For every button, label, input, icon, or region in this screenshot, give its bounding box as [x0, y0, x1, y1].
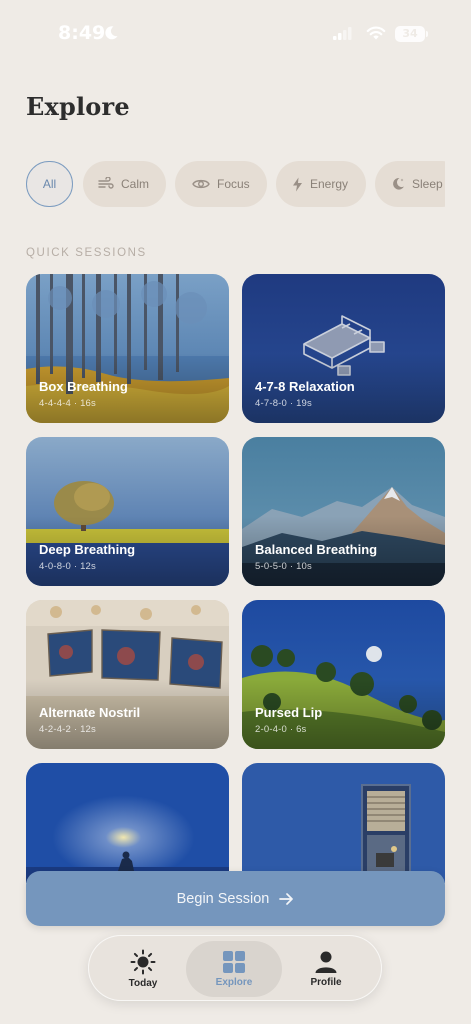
status-bar: 8:49 34 [0, 0, 471, 70]
tab-label: Profile [310, 977, 342, 988]
filter-chip-label: Calm [121, 177, 150, 191]
session-card-deep-breathing[interactable]: Deep Breathing 4-0-8-0 · 12s [26, 437, 229, 586]
battery-indicator: 34 [395, 26, 428, 42]
filter-chip-label: Energy [310, 177, 349, 191]
tab-bar: Today Explore Profile [88, 935, 382, 1001]
card-meta: 4-4-4-4 · 16s [39, 398, 96, 409]
filter-chip-focus[interactable]: Focus [175, 161, 267, 207]
bolt-icon [293, 177, 302, 191]
moon-icon [393, 177, 404, 190]
card-title: 4-7-8 Relaxation [255, 379, 355, 394]
meditation-light-illustration [26, 763, 229, 883]
filter-chip-all[interactable]: All [26, 161, 73, 207]
tab-label: Today [128, 978, 158, 989]
session-card-box-breathing[interactable]: Box Breathing 4-4-4-4 · 16s [26, 274, 229, 423]
session-card-meditation[interactable] [26, 763, 229, 883]
wind-icon [98, 177, 114, 189]
cellular-signal-icon [333, 27, 352, 40]
grid-icon [223, 951, 245, 973]
filter-chips: All Calm Focus Energy Sleep [26, 161, 445, 208]
section-label: QUICK SESSIONS [26, 247, 147, 259]
arrow-right-icon [279, 892, 294, 905]
filter-chip-calm[interactable]: Calm [83, 161, 166, 207]
card-title: Deep Breathing [39, 542, 136, 557]
filter-chip-energy[interactable]: Energy [276, 161, 366, 207]
card-title: Alternate Nostril [39, 705, 141, 720]
card-meta: 5-0-5-0 · 10s [255, 561, 312, 572]
card-meta: 4-2-4-2 · 12s [39, 724, 96, 735]
session-card-478-relaxation[interactable]: 4-7-8 Relaxation 4-7-8-0 · 19s [242, 274, 445, 423]
card-meta: 2-0-4-0 · 6s [255, 724, 307, 735]
window-room-illustration [242, 763, 445, 883]
session-card-pursed-lip[interactable]: Pursed Lip 2-0-4-0 · 6s [242, 600, 445, 749]
session-card-window-room[interactable] [242, 763, 445, 883]
eye-icon [192, 179, 210, 189]
begin-session-label: Begin Session [176, 890, 270, 907]
page-title: Explore [26, 92, 130, 121]
card-title: Balanced Breathing [255, 542, 378, 557]
tab-explore[interactable]: Explore [186, 941, 282, 997]
session-card-balanced-breathing[interactable]: Balanced Breathing 5-0-5-0 · 10s [242, 437, 445, 586]
card-title: Pursed Lip [255, 705, 323, 720]
sun-icon [130, 949, 156, 975]
wifi-icon [366, 26, 386, 40]
begin-session-button[interactable]: Begin Session [26, 871, 445, 926]
card-title: Box Breathing [39, 379, 128, 394]
card-meta: 4-7-8-0 · 19s [255, 398, 312, 409]
tab-today[interactable]: Today [95, 941, 191, 997]
filter-chip-sleep[interactable]: Sleep [375, 161, 445, 207]
filter-chip-label: Sleep [412, 177, 443, 191]
session-card-alternate-nostril[interactable]: Alternate Nostril 4-2-4-2 · 12s [26, 600, 229, 749]
tab-label: Explore [215, 977, 253, 988]
tab-profile[interactable]: Profile [278, 941, 374, 997]
person-icon [315, 951, 337, 973]
status-time: 8:49 [58, 22, 106, 44]
filter-chip-label: Focus [217, 177, 250, 191]
filter-chip-label: All [42, 177, 57, 191]
moon-icon [105, 26, 118, 40]
card-meta: 4-0-8-0 · 12s [39, 561, 96, 572]
